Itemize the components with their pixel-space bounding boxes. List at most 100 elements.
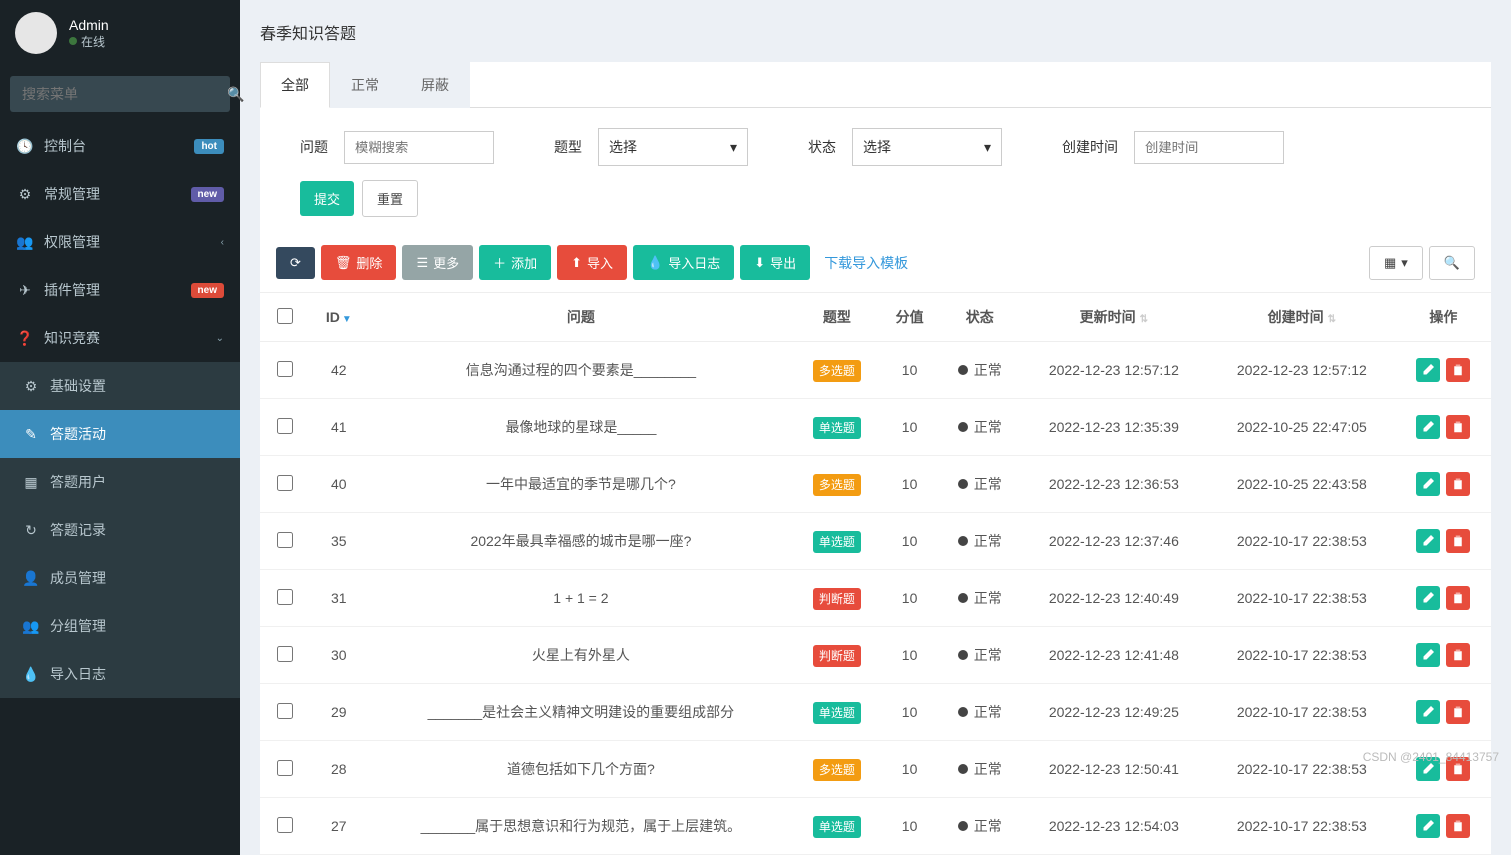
reset-button[interactable]: 重置 (362, 180, 418, 217)
question-input[interactable] (344, 131, 494, 164)
cell-score: 10 (880, 399, 940, 456)
edit-button[interactable] (1416, 472, 1440, 496)
more-button[interactable]: ☰更多 (402, 245, 473, 280)
edit-button[interactable] (1416, 586, 1440, 610)
edit-button[interactable] (1416, 643, 1440, 667)
delete-row-button[interactable] (1446, 358, 1470, 382)
edit-button[interactable] (1416, 358, 1440, 382)
nav-activity[interactable]: ✎答题活动 (0, 410, 240, 458)
type-select[interactable]: 选择▾ (598, 128, 748, 166)
status-cell[interactable]: 正常 (958, 360, 1002, 380)
tab-all[interactable]: 全部 (260, 62, 330, 108)
status-cell[interactable]: 正常 (958, 645, 1002, 665)
download-icon: ⬇ (754, 255, 765, 271)
gear-icon: ⚙ (22, 378, 40, 395)
table-row: 29 _______是社会主义精神文明建设的重要组成部分 单选题 10 正常 2… (260, 684, 1491, 741)
cell-update: 2022-12-23 12:57:12 (1020, 342, 1208, 399)
nav-groups[interactable]: 👥分组管理 (0, 602, 240, 650)
status-cell[interactable]: 正常 (958, 816, 1002, 836)
import-button[interactable]: ⬆导入 (557, 245, 627, 280)
delete-row-button[interactable] (1446, 643, 1470, 667)
nav-import-log[interactable]: 💧导入日志 (0, 650, 240, 698)
cell-id: 41 (310, 399, 368, 456)
delete-row-button[interactable] (1446, 529, 1470, 553)
select-all-checkbox[interactable] (277, 308, 293, 324)
status-cell[interactable]: 正常 (958, 588, 1002, 608)
row-checkbox[interactable] (277, 361, 293, 377)
history-icon: ↻ (22, 522, 40, 539)
time-input[interactable] (1134, 131, 1284, 164)
import-log-button[interactable]: 💧导入日志 (633, 245, 734, 280)
status-select[interactable]: 选择▾ (852, 128, 1002, 166)
table-row: 41 最像地球的星球是_____ 单选题 10 正常 2022-12-23 12… (260, 399, 1491, 456)
col-status[interactable]: 状态 (940, 293, 1020, 342)
type-tag: 判断题 (813, 588, 861, 610)
status-dot-icon (958, 365, 968, 375)
edit-button[interactable] (1416, 814, 1440, 838)
book-icon: ▦ (22, 474, 40, 491)
delete-row-button[interactable] (1446, 415, 1470, 439)
download-template-link[interactable]: 下载导入模板 (816, 253, 916, 273)
delete-row-button[interactable] (1446, 586, 1470, 610)
delete-row-button[interactable] (1446, 472, 1470, 496)
status-cell[interactable]: 正常 (958, 759, 1002, 779)
nav-general[interactable]: ⚙常规管理new (0, 170, 240, 218)
col-create[interactable]: 创建时间⇅ (1208, 293, 1396, 342)
edit-button[interactable] (1416, 529, 1440, 553)
col-update[interactable]: 更新时间⇅ (1020, 293, 1208, 342)
type-tag: 多选题 (813, 759, 861, 781)
cell-update: 2022-12-23 12:50:41 (1020, 741, 1208, 798)
add-button[interactable]: ＋添加 (479, 245, 551, 280)
submit-button[interactable]: 提交 (300, 181, 354, 216)
group-icon: 👥 (16, 234, 34, 251)
col-id[interactable]: ID▼ (310, 293, 368, 342)
nav-console[interactable]: 🕓控制台hot (0, 122, 240, 170)
status-dot-icon (958, 422, 968, 432)
nav-records[interactable]: ↻答题记录 (0, 506, 240, 554)
nav-permission[interactable]: 👥权限管理‹ (0, 218, 240, 266)
col-type[interactable]: 题型 (794, 293, 879, 342)
status-cell[interactable]: 正常 (958, 531, 1002, 551)
grid-icon: ▦ (1384, 255, 1396, 271)
status-cell[interactable]: 正常 (958, 702, 1002, 722)
nav-quiz[interactable]: ❓知识竞赛⌄ (0, 314, 240, 362)
tab-blocked[interactable]: 屏蔽 (400, 62, 470, 108)
row-checkbox[interactable] (277, 760, 293, 776)
avatar[interactable] (15, 12, 57, 54)
status-cell[interactable]: 正常 (958, 474, 1002, 494)
nav-plugin[interactable]: ✈插件管理new (0, 266, 240, 314)
col-question[interactable]: 问题 (368, 293, 795, 342)
edit-button[interactable] (1416, 700, 1440, 724)
cell-update: 2022-12-23 12:54:03 (1020, 798, 1208, 855)
search-toggle-button[interactable]: 🔍 (1429, 246, 1475, 280)
row-checkbox[interactable] (277, 817, 293, 833)
chevron-left-icon: ‹ (221, 237, 224, 248)
menu-search[interactable]: 🔍 (10, 76, 230, 112)
cell-id: 30 (310, 627, 368, 684)
cell-id: 35 (310, 513, 368, 570)
refresh-button[interactable]: ⟳ (276, 247, 315, 279)
question-icon: ❓ (16, 330, 34, 347)
col-score[interactable]: 分值 (880, 293, 940, 342)
filter-question: 问题 (300, 131, 494, 164)
nav-members[interactable]: 👤成员管理 (0, 554, 240, 602)
columns-button[interactable]: ▦ ▾ (1369, 246, 1423, 280)
tab-normal[interactable]: 正常 (330, 62, 400, 108)
row-checkbox[interactable] (277, 418, 293, 434)
row-checkbox[interactable] (277, 475, 293, 491)
nav-basic-settings[interactable]: ⚙基础设置 (0, 362, 240, 410)
edit-button[interactable] (1416, 415, 1440, 439)
content-panel: 全部 正常 屏蔽 问题 题型 选择▾ 状态 选择▾ (260, 62, 1491, 855)
menu-search-input[interactable] (10, 76, 215, 112)
row-checkbox[interactable] (277, 589, 293, 605)
row-checkbox[interactable] (277, 532, 293, 548)
row-checkbox[interactable] (277, 703, 293, 719)
delete-row-button[interactable] (1446, 700, 1470, 724)
export-button[interactable]: ⬇导出 (740, 245, 810, 280)
nav-quiz-users[interactable]: ▦答题用户 (0, 458, 240, 506)
delete-row-button[interactable] (1446, 814, 1470, 838)
row-checkbox[interactable] (277, 646, 293, 662)
cell-question: 火星上有外星人 (368, 627, 795, 684)
delete-button[interactable]: 🗑删除 (321, 245, 397, 280)
status-cell[interactable]: 正常 (958, 417, 1002, 437)
